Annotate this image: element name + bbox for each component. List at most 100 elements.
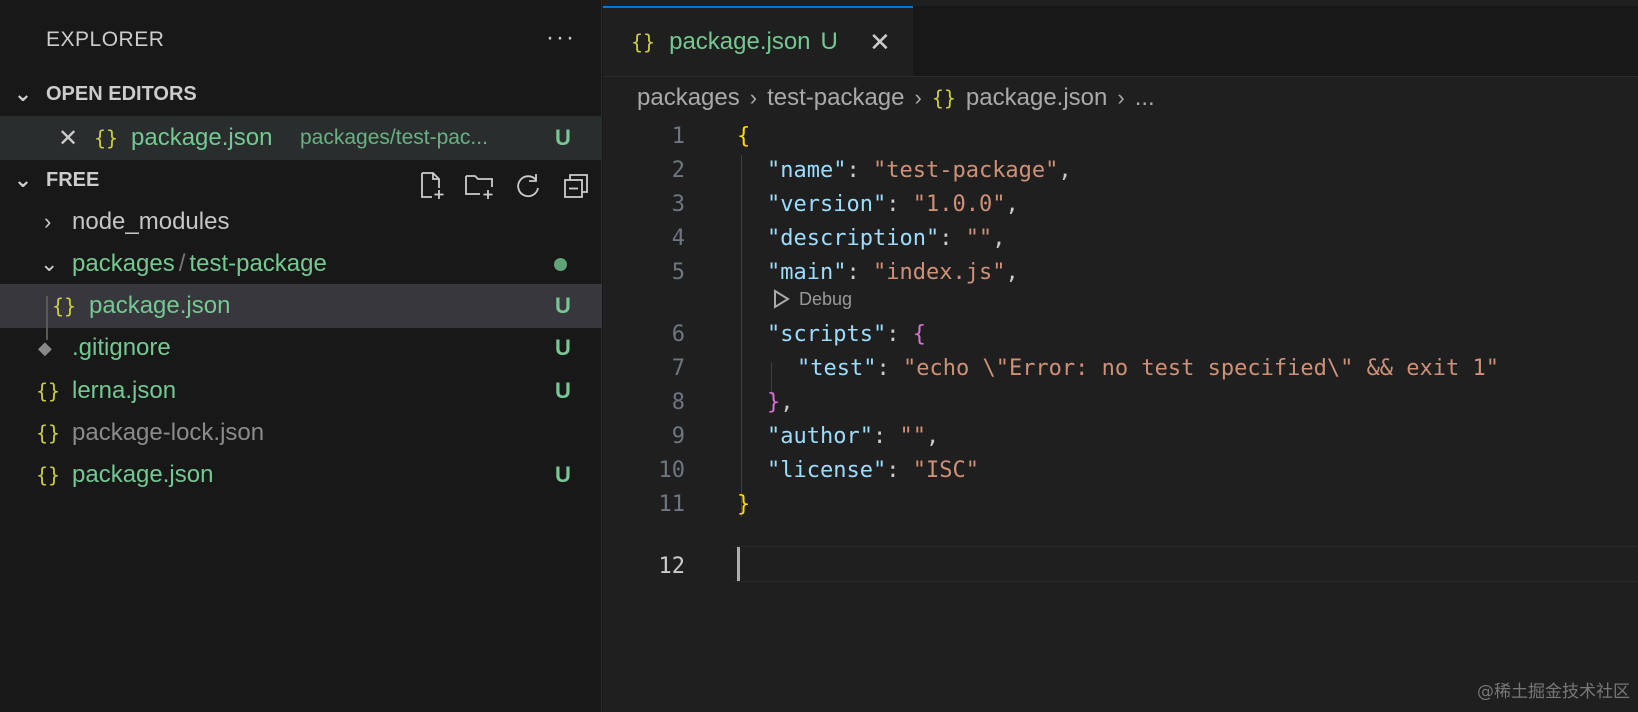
json-key: "name" — [767, 157, 847, 183]
code-line: 7 "test": "echo \"Error: no test specifi… — [603, 350, 1638, 386]
refresh-icon[interactable] — [512, 170, 544, 202]
line-number: 4 — [671, 225, 685, 251]
folder-separator: / — [178, 250, 186, 277]
code-text: "license": "ISC" — [767, 457, 979, 483]
modified-dot — [554, 257, 567, 271]
line-number: 9 — [671, 423, 685, 449]
open-editor-path: packages/test-pac... — [300, 126, 488, 149]
open-editor-item[interactable]: ✕ {} package.json packages/test-pac... U — [0, 116, 602, 160]
code-text: "name": "test-package", — [767, 157, 1072, 183]
code-text: "version": "1.0.0", — [767, 191, 1019, 217]
tab-bar: {} package.json U ✕ — [603, 6, 1638, 77]
collapse-all-icon[interactable] — [560, 170, 592, 202]
chevron-right-icon: › — [44, 209, 52, 234]
tree-item-label: package.json — [89, 292, 231, 319]
tree-item-gitignore[interactable]: ◆ .gitignore U — [0, 326, 602, 370]
close-tab-icon[interactable]: ✕ — [869, 27, 891, 58]
json-brace: } — [767, 389, 781, 415]
tab-label: package.json — [669, 28, 811, 55]
code-text: } — [737, 491, 751, 517]
code-line: 9 "author": "", — [603, 418, 1638, 454]
json-key: "scripts" — [767, 321, 887, 347]
folder-test-package-label: test-package — [189, 250, 327, 277]
tree-item-label: node_modules — [72, 208, 230, 235]
tree-item-label: lerna.json — [72, 377, 177, 404]
tree-item-package-lock[interactable]: {} package-lock.json — [0, 411, 602, 455]
line-number: 6 — [671, 321, 685, 347]
line-number: 5 — [671, 259, 685, 285]
chevron-right-icon: › — [914, 85, 922, 110]
json-value: "test-package" — [872, 157, 1059, 183]
chevron-right-icon: › — [1117, 85, 1125, 110]
tree-item-package-json-root[interactable]: {} package.json U — [0, 453, 602, 497]
breadcrumb: packages › test-package › {} package.jso… — [637, 84, 1155, 112]
json-value: "ISC" — [912, 457, 979, 483]
json-value: "" — [965, 225, 993, 251]
code-line: 2 "name": "test-package", — [603, 152, 1638, 188]
open-editors-label: OPEN EDITORS — [46, 82, 197, 105]
watermark: @稀土掘金技术社区 — [1477, 682, 1630, 702]
json-brace: { — [912, 321, 926, 347]
tree-item-package-json-nested[interactable]: {} package.json U — [0, 284, 602, 328]
json-file-icon: {} — [36, 463, 61, 487]
code-text: { — [737, 123, 751, 149]
code-text: "test": "echo \"Error: no test specified… — [797, 355, 1500, 381]
line-number: 12 — [658, 553, 686, 579]
json-key: "test" — [797, 355, 877, 381]
code-text: "scripts": { — [767, 321, 926, 347]
tree-item-node-modules[interactable]: › node_modules — [0, 200, 602, 244]
code-line: 8 }, — [603, 384, 1638, 420]
breadcrumb-item[interactable]: ... — [1135, 84, 1155, 112]
tree-folder-label: packages / test-package — [72, 250, 327, 278]
tree-item-label: package-lock.json — [72, 419, 265, 446]
line-number: 3 — [671, 191, 685, 217]
folder-packages-label: packages — [72, 250, 175, 277]
open-editors-header[interactable]: ⌄ OPEN EDITORS — [0, 74, 602, 114]
tree-item-label: .gitignore — [72, 334, 171, 361]
json-value: "echo \"Error: no test specified\" && ex… — [902, 355, 1500, 381]
untracked-badge: U — [555, 378, 571, 403]
breadcrumb-item[interactable]: test-package — [767, 84, 904, 112]
json-key: "main" — [767, 259, 847, 285]
tab-package-json[interactable]: {} package.json U ✕ — [603, 6, 913, 76]
explorer-actions — [416, 170, 592, 202]
play-icon — [774, 289, 790, 309]
json-value: "" — [899, 423, 926, 449]
explorer-title: EXPLORER — [46, 28, 165, 51]
code-line: 10 "license": "ISC" — [603, 452, 1638, 488]
code-line: 6 "scripts": { — [603, 316, 1638, 352]
open-editor-filename: package.json — [131, 124, 273, 151]
json-key: "license" — [767, 457, 887, 483]
tree-item-packages[interactable]: ⌄ packages / test-package — [0, 242, 602, 286]
code-line: 12 — [603, 548, 1638, 584]
line-number: 7 — [671, 355, 685, 381]
new-file-icon[interactable] — [416, 170, 448, 202]
code-text: "description": "", — [767, 225, 1006, 251]
json-file-icon: {} — [36, 379, 61, 403]
workspace-label: FREE — [46, 168, 100, 191]
untracked-badge: U — [555, 125, 571, 150]
tree-item-lerna-json[interactable]: {} lerna.json U — [0, 369, 602, 413]
breadcrumb-item[interactable]: package.json — [966, 84, 1107, 112]
json-file-icon: {} — [52, 294, 77, 318]
codelens-label: Debug — [799, 288, 853, 309]
more-actions-icon[interactable]: ··· — [546, 24, 576, 52]
code-line: 11 } — [603, 486, 1638, 522]
line-number: 1 — [671, 123, 685, 149]
chevron-right-icon: › — [749, 85, 758, 110]
explorer-sidebar: EXPLORER ··· ⌄ OPEN EDITORS ✕ {} package… — [0, 0, 602, 712]
new-folder-icon[interactable] — [464, 170, 496, 202]
code-text: }, — [767, 389, 794, 415]
close-icon[interactable]: ✕ — [58, 124, 78, 153]
json-file-icon: {} — [631, 30, 656, 54]
breadcrumb-item[interactable]: packages — [637, 84, 740, 112]
untracked-badge: U — [555, 293, 571, 318]
chevron-down-icon: ⌄ — [13, 167, 33, 192]
json-value: "1.0.0" — [912, 191, 1006, 217]
json-key: "description" — [767, 225, 940, 251]
json-key: "version" — [767, 191, 887, 217]
json-file-icon: {} — [36, 421, 61, 445]
json-value: "index.js" — [872, 259, 1006, 285]
codelens-debug[interactable]: Debug — [771, 288, 852, 310]
chevron-down-icon: ⌄ — [40, 251, 59, 276]
